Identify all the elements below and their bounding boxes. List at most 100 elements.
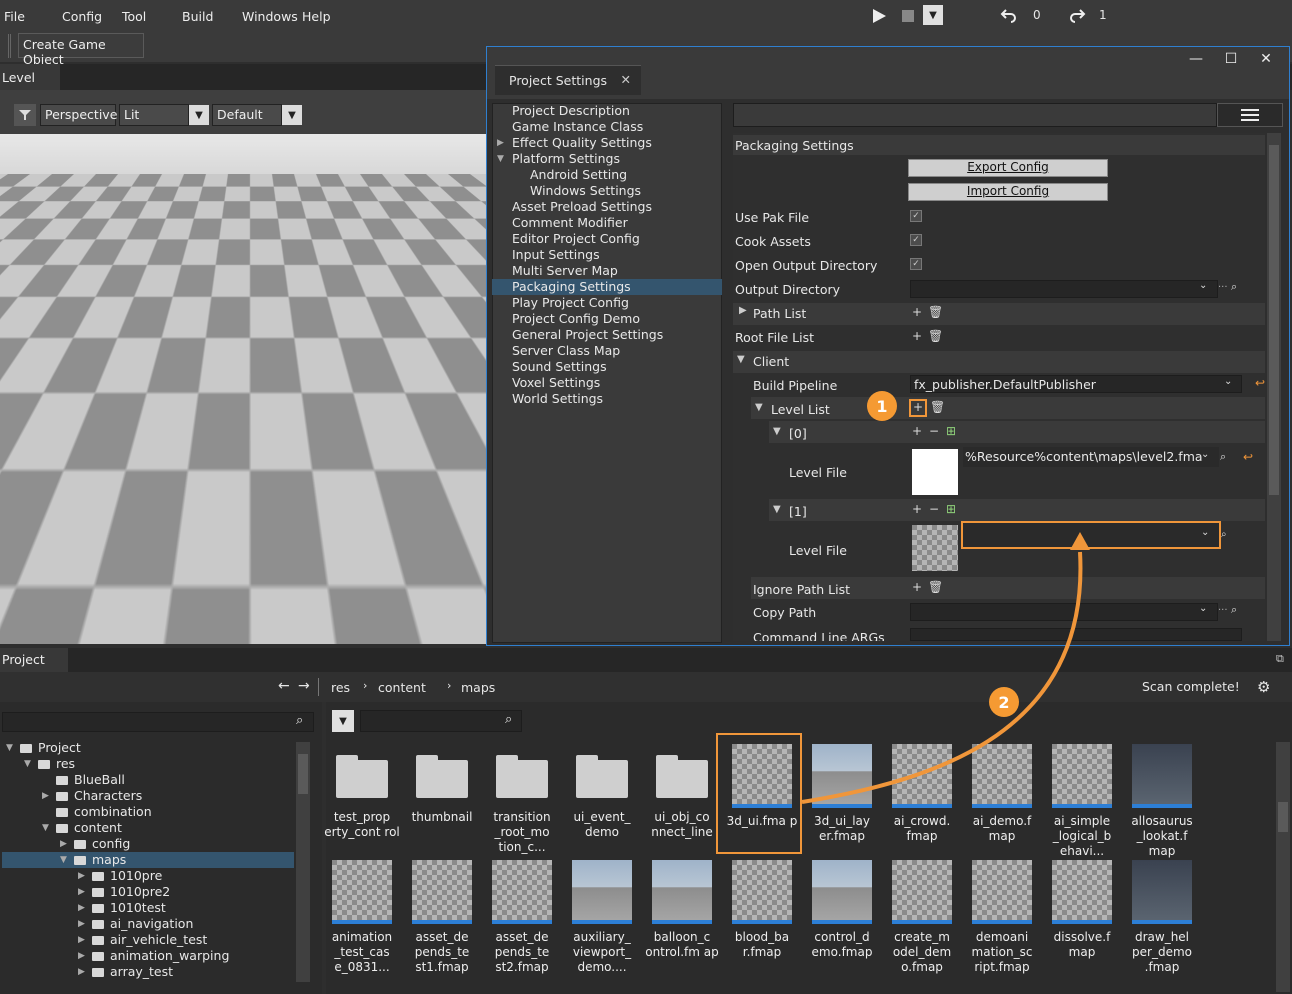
trash-icon[interactable]: 🗑: [928, 306, 943, 319]
chevron-right-icon[interactable]: ▶: [78, 916, 85, 932]
camera-select[interactable]: Perspective: [40, 104, 117, 126]
map-asset[interactable]: create_m odel_dem o.fmap: [884, 860, 960, 994]
chevron-right-icon[interactable]: ▶: [78, 948, 85, 964]
breadcrumb-res[interactable]: res: [331, 680, 350, 695]
minimize-button[interactable]: —: [1179, 48, 1213, 70]
chevron-down-icon[interactable]: ⌄: [1199, 603, 1207, 614]
chevron-down-icon[interactable]: ⌄: [1199, 280, 1207, 291]
open-output-dir-checkbox[interactable]: ✓: [910, 258, 922, 270]
remove-icon[interactable]: −: [928, 503, 940, 516]
trash-icon[interactable]: 🗑: [930, 401, 945, 414]
nav-item[interactable]: Editor Project Config: [492, 231, 722, 247]
map-asset[interactable]: blood_ba r.fmap: [724, 860, 800, 994]
folder-tree-item[interactable]: ▼ content: [2, 820, 294, 836]
nav-item[interactable]: Multi Server Map: [492, 263, 722, 279]
folder-asset[interactable]: thumbnail: [404, 744, 480, 856]
folder-tree-item[interactable]: ▶ array_test: [2, 964, 294, 980]
close-tab-icon[interactable]: ✕: [621, 72, 631, 87]
nav-item[interactable]: Game Instance Class: [492, 119, 722, 135]
nav-item[interactable]: Comment Modifier: [492, 215, 722, 231]
search-icon[interactable]: ⌕: [505, 712, 512, 727]
tab-level[interactable]: Level: [0, 64, 60, 90]
chevron-down-icon[interactable]: ▼: [773, 426, 781, 437]
map-asset[interactable]: asset_de pends_te st1.fmap: [404, 860, 480, 994]
map-asset[interactable]: demoani mation_sc ript.fmap: [964, 860, 1040, 994]
chevron-down-icon[interactable]: ▼: [24, 756, 31, 772]
nav-item[interactable]: Asset Preload Settings: [492, 199, 722, 215]
preset-dropdown-arrow[interactable]: ▼: [282, 105, 302, 125]
chevron-right-icon[interactable]: ▶: [78, 932, 85, 948]
nav-item[interactable]: Windows Settings: [492, 183, 722, 199]
folder-tree-item[interactable]: ▼ maps: [2, 852, 294, 868]
folder-tree-item[interactable]: combination: [2, 804, 294, 820]
nav-item[interactable]: Play Project Config: [492, 295, 722, 311]
folder-tree-item[interactable]: BlueBall: [2, 772, 294, 788]
search-icon[interactable]: ⌕: [1231, 280, 1237, 294]
map-asset[interactable]: dissolve.f map: [1044, 860, 1120, 994]
duplicate-icon[interactable]: ⊞: [945, 425, 957, 438]
menu-config[interactable]: Config: [62, 9, 102, 24]
chevron-down-icon[interactable]: ▼: [755, 402, 763, 413]
export-config-button[interactable]: Export Config: [908, 159, 1108, 177]
play-icon[interactable]: [870, 7, 888, 25]
duplicate-icon[interactable]: ⊞: [945, 503, 957, 516]
scrollbar-thumb[interactable]: [298, 754, 308, 794]
browse-icon[interactable]: ···: [1218, 282, 1228, 293]
toolbar-grip[interactable]: [8, 34, 11, 58]
chevron-right-icon[interactable]: ▶: [497, 135, 504, 151]
breadcrumb-content[interactable]: content: [378, 680, 426, 695]
chevron-down-icon[interactable]: ▼: [773, 504, 781, 515]
asset-filter-dropdown[interactable]: ▼: [332, 710, 354, 732]
folder-tree-item[interactable]: ▶ config: [2, 836, 294, 852]
preset-select[interactable]: Default: [212, 104, 282, 126]
shading-dropdown-arrow[interactable]: ▼: [189, 105, 209, 125]
map-asset[interactable]: animation _test_cas e_0831...: [324, 860, 400, 994]
remove-icon[interactable]: −: [928, 425, 940, 438]
search-icon[interactable]: ⌕: [296, 713, 303, 728]
build-pipeline-field[interactable]: fx_publisher.DefaultPublisher: [910, 375, 1242, 393]
tree-scrollbar[interactable]: [296, 742, 310, 982]
chevron-right-icon[interactable]: ▶: [42, 788, 49, 804]
chevron-right-icon[interactable]: ▶: [78, 884, 85, 900]
search-icon[interactable]: ⌕: [1231, 603, 1237, 617]
chevron-down-icon[interactable]: ▼: [42, 820, 49, 836]
asset-search-input[interactable]: [360, 710, 522, 732]
folder-tree-item[interactable]: ▶ Characters: [2, 788, 294, 804]
chevron-right-icon[interactable]: ▶: [78, 900, 85, 916]
folder-asset[interactable]: test_prop erty_cont rol: [324, 744, 400, 856]
nav-item[interactable]: Sound Settings: [492, 359, 722, 375]
cook-assets-checkbox[interactable]: ✓: [910, 234, 922, 246]
import-config-button[interactable]: Import Config: [908, 183, 1108, 201]
chevron-right-icon[interactable]: ▶: [739, 305, 747, 316]
map-asset[interactable]: asset_de pends_te st2.fmap: [484, 860, 560, 994]
property-menu-button[interactable]: [1217, 103, 1283, 127]
nav-item[interactable]: ▶ Effect Quality Settings: [492, 135, 722, 151]
nav-item[interactable]: Android Setting: [492, 167, 722, 183]
nav-item[interactable]: ▼ Platform Settings: [492, 151, 722, 167]
breadcrumb-maps[interactable]: maps: [461, 680, 495, 695]
scene-viewport[interactable]: [0, 134, 488, 644]
maximize-button[interactable]: ☐: [1214, 48, 1248, 70]
trash-icon[interactable]: 🗑: [928, 330, 943, 343]
folder-tree-item[interactable]: ▶ 1010pre: [2, 868, 294, 884]
search-icon[interactable]: ⌕: [1221, 529, 1227, 540]
nav-item[interactable]: Project Description: [492, 103, 722, 119]
viewport-menu-button[interactable]: [14, 104, 36, 126]
chevron-right-icon[interactable]: ▶: [78, 964, 85, 980]
folder-search-input[interactable]: [2, 712, 314, 732]
nav-item[interactable]: Server Class Map: [492, 343, 722, 359]
chevron-down-icon[interactable]: ▼: [60, 852, 67, 868]
scrollbar-thumb[interactable]: [1278, 802, 1288, 832]
chevron-down-icon[interactable]: ⌄: [1201, 527, 1209, 538]
menu-file[interactable]: File: [4, 9, 25, 24]
close-window-button[interactable]: ✕: [1249, 48, 1283, 70]
add-icon[interactable]: +: [911, 330, 923, 343]
asset-scrollbar[interactable]: [1276, 742, 1290, 992]
add-icon[interactable]: +: [911, 306, 923, 319]
folder-asset[interactable]: ui_event_ demo: [564, 744, 640, 856]
use-pak-file-checkbox[interactable]: ✓: [910, 210, 922, 222]
chevron-down-icon[interactable]: ▼: [737, 354, 745, 365]
chevron-right-icon[interactable]: ▶: [78, 868, 85, 884]
folder-tree-item[interactable]: ▶ ai_navigation: [2, 916, 294, 932]
map-asset[interactable]: balloon_c ontrol.fm ap: [644, 860, 720, 994]
